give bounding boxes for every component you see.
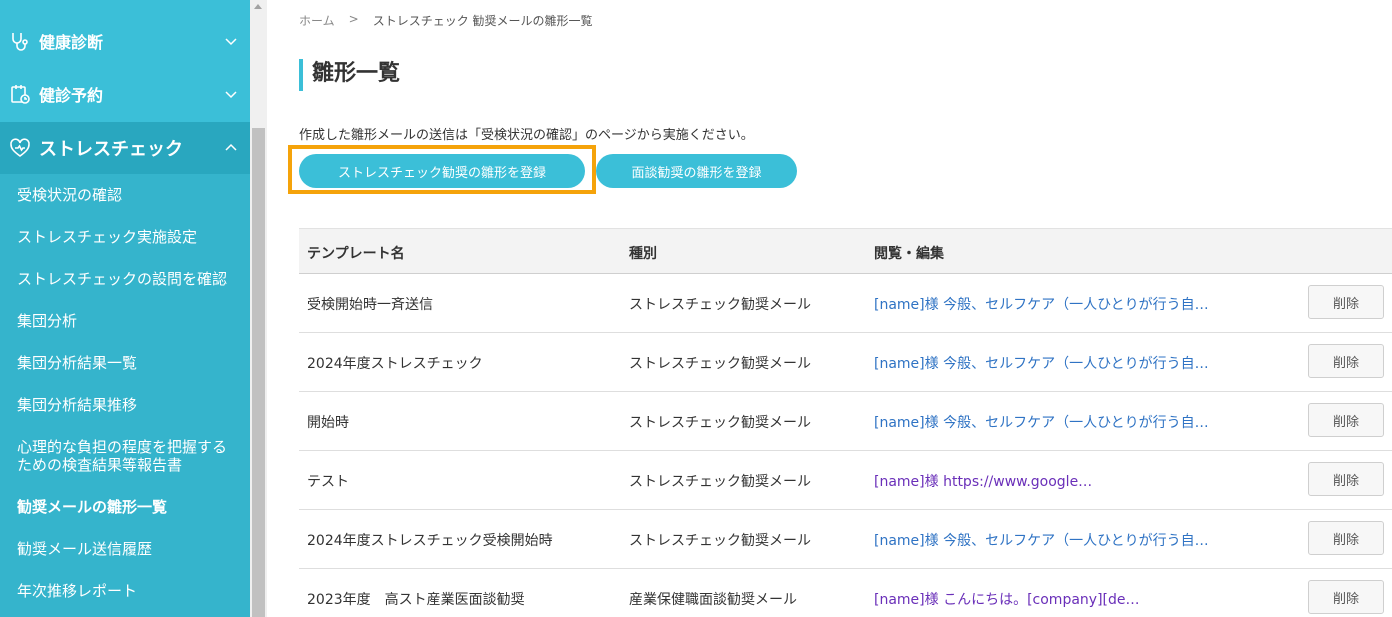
template-name: 2024年度ストレスチェック受検開始時 xyxy=(307,533,553,549)
breadcrumb-separator: > xyxy=(348,12,359,26)
sidebar: 健康診断 健診予約 ストレスチェック 受検状況の確認 ストレスチェック実施設定 … xyxy=(0,0,250,617)
title-accent-bar xyxy=(299,59,303,91)
sidebar-item-group-analysis-results[interactable]: 集団分析結果一覧 xyxy=(17,354,137,372)
scrollbar-thumb[interactable] xyxy=(252,128,265,617)
delete-button[interactable]: 削除 xyxy=(1308,462,1384,496)
template-type: ストレスチェック勧奨メール xyxy=(629,356,811,372)
delete-button[interactable]: 削除 xyxy=(1308,285,1384,319)
table-row: 受検開始時一斉送信 ストレスチェック勧奨メール [name]様 今般、セルフケア… xyxy=(299,274,1392,333)
sidebar-item-report[interactable]: 心理的な負担の程度を把握するための検査結果等報告書 xyxy=(17,438,232,474)
sidebar-section-label: 健診予約 xyxy=(39,86,104,105)
sidebar-submenu: 受検状況の確認 ストレスチェック実施設定 ストレスチェックの設問を確認 集団分析… xyxy=(0,174,250,617)
template-type: ストレスチェック勧奨メール xyxy=(629,297,811,313)
scroll-up-arrow-icon[interactable] xyxy=(254,4,262,9)
breadcrumb: ホーム > ストレスチェック 勧奨メールの雛形一覧 xyxy=(299,12,593,29)
table-header: テンプレート名 種別 閲覧・編集 xyxy=(299,228,1392,274)
delete-button[interactable]: 削除 xyxy=(1308,521,1384,555)
sidebar-section-label: 健康診断 xyxy=(39,33,104,52)
table-row: テスト ストレスチェック勧奨メール [name]様 https://www.go… xyxy=(299,451,1392,510)
notice-text: 作成した雛形メールの送信は「受検状況の確認」のページから実施ください。 xyxy=(299,128,754,143)
template-name: 2023年度 高スト産業医面談勧奨 xyxy=(307,592,525,608)
chevron-down-icon xyxy=(225,91,237,99)
delete-button[interactable]: 削除 xyxy=(1308,403,1384,437)
sidebar-item-annual-report[interactable]: 年次推移レポート xyxy=(17,582,137,600)
breadcrumb-home[interactable]: ホーム xyxy=(299,12,335,29)
template-preview-link[interactable]: [name]様 こんにちは。[company][de… xyxy=(874,589,1140,609)
column-header-view-edit: 閲覧・編集 xyxy=(874,246,944,262)
template-preview-link[interactable]: [name]様 https://www.google… xyxy=(874,471,1092,491)
template-type: ストレスチェック勧奨メール xyxy=(629,415,811,431)
sidebar-item-check-questions[interactable]: ストレスチェックの設問を確認 xyxy=(17,270,227,288)
template-type: 産業保健職面談勧奨メール xyxy=(629,592,797,608)
template-name: 受検開始時一斉送信 xyxy=(307,297,433,313)
sidebar-section-health-checkup[interactable]: 健康診断 xyxy=(0,20,250,62)
sidebar-section-stress-check[interactable]: ストレスチェック xyxy=(0,122,250,174)
breadcrumb-current: ストレスチェック 勧奨メールの雛形一覧 xyxy=(372,14,593,28)
table-row: 開始時 ストレスチェック勧奨メール [name]様 今般、セルフケア（一人ひとり… xyxy=(299,392,1392,451)
table-row: 2024年度ストレスチェック受検開始時 ストレスチェック勧奨メール [name]… xyxy=(299,510,1392,569)
template-preview-link[interactable]: [name]様 今般、セルフケア（一人ひとりが行う自… xyxy=(874,353,1209,373)
sidebar-section-checkup-reservation[interactable]: 健診予約 xyxy=(0,73,250,115)
sidebar-item-email-history[interactable]: 勧奨メール送信履歴 xyxy=(17,540,152,558)
stethoscope-icon xyxy=(12,33,28,51)
page-title: 雛形一覧 xyxy=(312,61,401,86)
sidebar-item-group-analysis-trend[interactable]: 集団分析結果推移 xyxy=(17,396,137,414)
template-type: ストレスチェック勧奨メール xyxy=(629,474,811,490)
template-preview-link[interactable]: [name]様 今般、セルフケア（一人ひとりが行う自… xyxy=(874,530,1209,550)
register-stress-template-button[interactable]: ストレスチェック勧奨の雛形を登録 xyxy=(299,154,585,188)
sidebar-item-email-templates[interactable]: 勧奨メールの雛形一覧 xyxy=(17,498,167,516)
sidebar-item-implementation-settings[interactable]: ストレスチェック実施設定 xyxy=(17,228,197,246)
table-row: 2024年度ストレスチェック ストレスチェック勧奨メール [name]様 今般、… xyxy=(299,333,1392,392)
template-type: ストレスチェック勧奨メール xyxy=(629,533,811,549)
template-name: テスト xyxy=(307,474,349,490)
calendar-clipboard-icon xyxy=(11,85,30,104)
sidebar-item-group-analysis[interactable]: 集団分析 xyxy=(17,312,77,330)
sidebar-item-exam-status[interactable]: 受検状況の確認 xyxy=(17,186,122,204)
template-preview-link[interactable]: [name]様 今般、セルフケア（一人ひとりが行う自… xyxy=(874,294,1209,314)
chevron-down-icon xyxy=(225,38,237,46)
chevron-up-icon xyxy=(225,143,237,151)
sidebar-section-label: ストレスチェック xyxy=(39,139,183,160)
column-header-name: テンプレート名 xyxy=(307,246,405,262)
template-name: 2024年度ストレスチェック xyxy=(307,356,483,372)
table-row: 2023年度 高スト産業医面談勧奨 産業保健職面談勧奨メール [name]様 こ… xyxy=(299,569,1392,617)
delete-button[interactable]: 削除 xyxy=(1308,344,1384,378)
column-header-type: 種別 xyxy=(629,246,657,262)
heart-icon xyxy=(10,138,30,157)
delete-button[interactable]: 削除 xyxy=(1308,580,1384,614)
template-name: 開始時 xyxy=(307,415,349,431)
register-interview-template-button[interactable]: 面談勧奨の雛形を登録 xyxy=(596,154,797,188)
template-preview-link[interactable]: [name]様 今般、セルフケア（一人ひとりが行う自… xyxy=(874,412,1209,432)
